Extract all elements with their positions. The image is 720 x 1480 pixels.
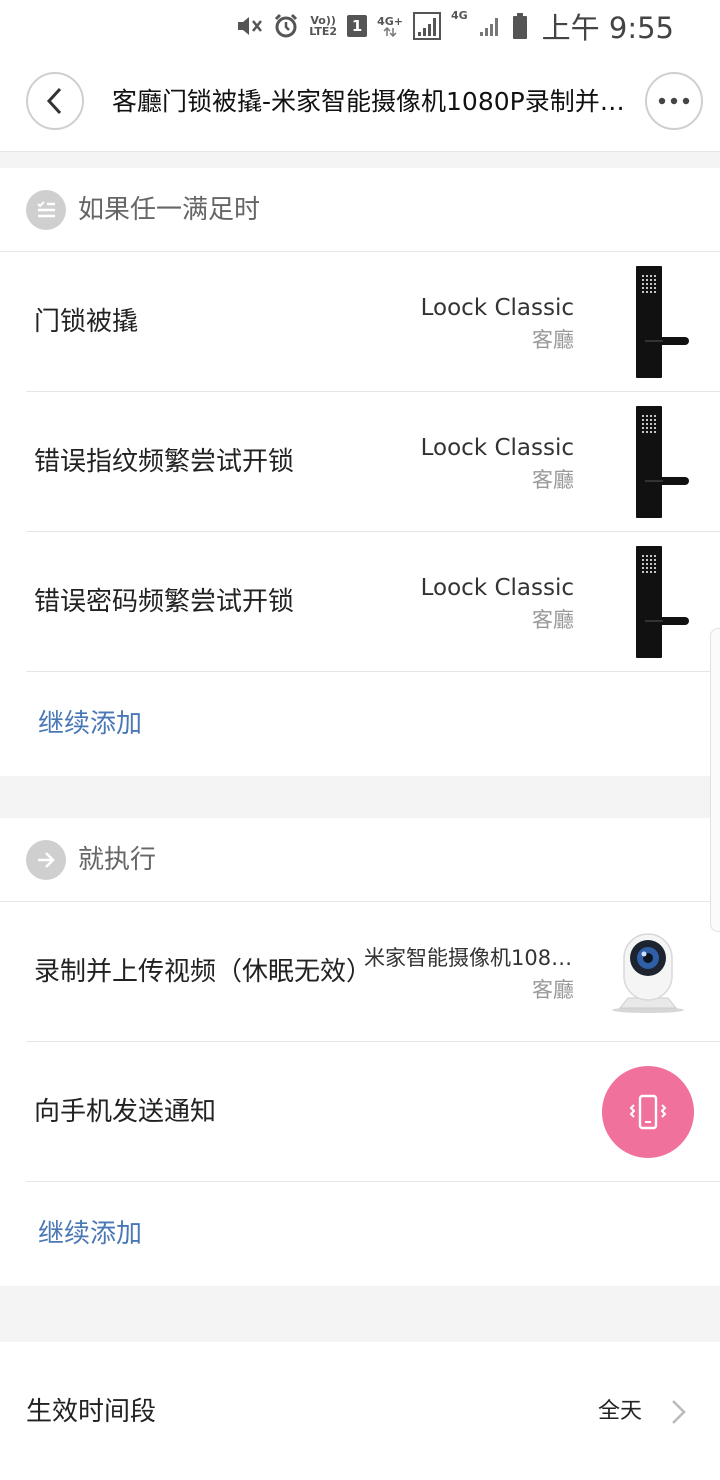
device-room: 客廳 [532,468,574,492]
condition-section-title: 如果任一满足时 [78,195,261,225]
trigger-device: Loock Classic 客廳 [421,292,574,356]
battery-icon [512,12,528,40]
more-button[interactable] [645,72,703,130]
device-room: 客廳 [532,328,574,352]
arrow-right-icon [26,840,66,880]
effective-period-value: 全天 [597,1399,642,1424]
network-type-1: 4G+ [377,16,403,37]
trigger-label: 错误指纹频繁尝试开锁 [34,447,295,477]
mute-icon [235,13,263,39]
trigger-label: 错误密码频繁尝试开锁 [34,587,295,617]
phone-notification-icon [602,1066,694,1158]
camera-icon [608,928,688,1018]
action-device: 米家智能摄像机1080P 客廳 [364,942,574,1006]
signal-icon [412,12,441,40]
trigger-row[interactable]: 门锁被撬 Loock Classic 客廳 [0,252,720,392]
effective-period-label: 生效时间段 [26,1397,157,1427]
device-name: Loock Classic [420,295,574,321]
effective-period-row[interactable]: 生效时间段 全天 [0,1342,720,1480]
network-type-label-2: 4G [450,9,468,22]
device-name: 米家智能摄像机1080P [364,946,574,970]
condition-list-icon [26,190,66,230]
action-section-header: 就执行 [0,818,720,902]
signal-icon-2 [478,14,502,38]
volte-indicator: Vo)) LTE2 [309,15,337,37]
action-label: 向手机发送通知 [34,1097,217,1127]
alarm-icon [273,13,299,39]
device-name: Loock Classic [420,575,574,601]
trigger-row[interactable]: 错误指纹频繁尝试开锁 Loock Classic 客廳 [0,392,720,532]
add-action-row: 继续添加 [0,1182,720,1286]
status-bar: Vo)) LTE2 1 4G+ 4G 上午 9:55 [0,0,720,52]
chevron-right-icon [668,1398,688,1430]
page-title: 客廳门锁被撬-米家智能摄像机1080P录制并上传视频（休眠无效） [112,87,642,116]
action-label: 录制并上传视频（休眠无效） [34,957,373,987]
back-button[interactable] [26,72,84,130]
condition-card: 如果任一满足时 门锁被撬 Loock Classic 客廳 错误指纹频繁尝试开锁… [0,168,720,776]
add-action-button[interactable]: 继续添加 [38,1216,142,1252]
door-lock-icon [633,264,691,384]
action-row[interactable]: 录制并上传视频（休眠无效） 米家智能摄像机1080P 客廳 [0,902,720,1042]
trigger-device: Loock Classic 客廳 [421,572,574,636]
device-name: Loock Classic [420,435,574,461]
trigger-device: Loock Classic 客廳 [421,432,574,496]
action-card: 就执行 录制并上传视频（休眠无效） 米家智能摄像机1080P 客廳 向手机发送通… [0,818,720,1286]
trigger-label: 门锁被撬 [34,307,139,337]
trigger-row[interactable]: 错误密码频繁尝试开锁 Loock Classic 客廳 [0,532,720,672]
edge-panel-handle[interactable] [710,628,720,932]
add-condition-row: 继续添加 [0,672,720,776]
device-room: 客廳 [532,608,574,632]
action-row[interactable]: 向手机发送通知 [0,1042,720,1182]
condition-section-header: 如果任一满足时 [0,168,720,252]
header: 客廳门锁被撬-米家智能摄像机1080P录制并上传视频（休眠无效） [0,52,720,152]
lte-label: LTE2 [309,25,338,38]
chevron-left-icon [46,87,62,115]
door-lock-icon [633,544,691,664]
device-room: 客廳 [532,978,574,1002]
clock: 上午 9:55 [541,11,674,45]
sim-slot-badge: 1 [347,15,368,37]
door-lock-icon [633,404,691,524]
network-type-label-1: 4G+ [377,14,403,28]
data-arrows-icon [383,26,397,37]
add-condition-button[interactable]: 继续添加 [38,706,142,742]
action-section-title: 就执行 [78,845,157,875]
more-dots-icon [658,97,690,105]
